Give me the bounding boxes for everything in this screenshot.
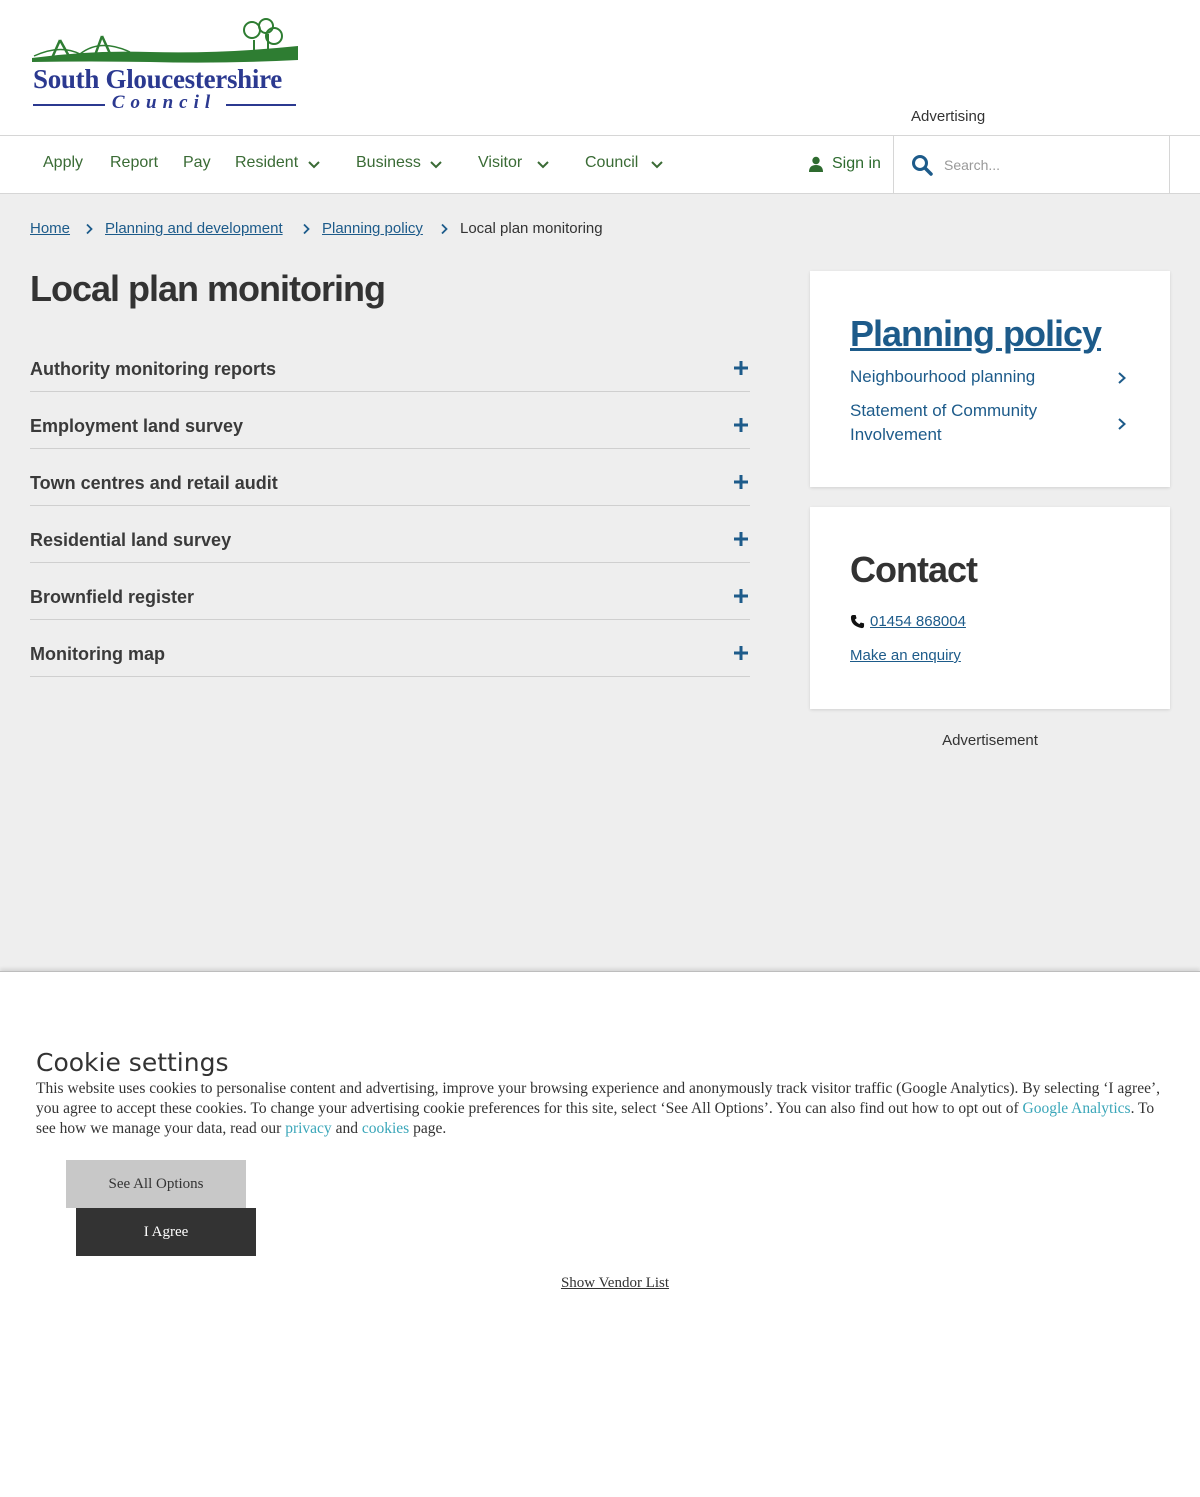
search-input[interactable] [944, 154, 1154, 176]
accordion-item-town-centres-and-retail-audit[interactable]: Town centres and retail audit [30, 449, 750, 506]
page-title: Local plan monitoring [30, 268, 386, 309]
i-agree-button[interactable]: I Agree [76, 1208, 256, 1256]
chevron-down-icon[interactable] [536, 158, 550, 172]
see-all-options-button[interactable]: See All Options [66, 1160, 246, 1208]
site-header: South Gloucestershire Council Advertisin… [0, 0, 1200, 135]
accordion-label: Residential land survey [30, 530, 232, 550]
plus-icon [734, 361, 748, 375]
council-logo[interactable]: South Gloucestershire Council [30, 18, 300, 114]
accordion-label: Brownfield register [30, 587, 195, 607]
make-an-enquiry-link[interactable]: Make an enquiry [850, 647, 961, 664]
contact-heading: Contact [850, 549, 978, 590]
accordion-label: Employment land survey [30, 416, 244, 436]
main-navigation: Apply Report Pay Resident Business Visit… [0, 135, 1200, 194]
chevron-down-icon[interactable] [429, 158, 443, 172]
nav-council[interactable]: Council [585, 154, 638, 172]
accordion-item-monitoring-map[interactable]: Monitoring map [30, 620, 750, 677]
accordion-item-authority-monitoring-reports[interactable]: Authority monitoring reports [30, 335, 750, 392]
logo-subtitle: Council [111, 92, 217, 113]
logo-rule-right [226, 104, 296, 106]
chevron-right-icon [1118, 418, 1126, 430]
cookie-text-part: page. [409, 1120, 447, 1137]
plus-icon [734, 589, 748, 603]
chevron-right-icon [1118, 372, 1126, 384]
accordion-item-residential-land-survey[interactable]: Residential land survey [30, 506, 750, 563]
accordion-item-employment-land-survey[interactable]: Employment land survey [30, 392, 750, 449]
planning-policy-heading-link[interactable]: Planning policy [850, 313, 1102, 355]
breadcrumb-planning-and-development[interactable]: Planning and development [105, 220, 283, 237]
user-icon [809, 156, 823, 172]
nav-business[interactable]: Business [356, 154, 421, 172]
search-icon[interactable] [911, 154, 933, 176]
chevron-down-icon[interactable] [650, 158, 664, 172]
cookie-description: This website uses cookies to personalise… [36, 1079, 1176, 1139]
google-analytics-link[interactable]: Google Analytics [1023, 1100, 1131, 1117]
nav-resident[interactable]: Resident [235, 154, 298, 172]
sign-in-link[interactable]: Sign in [808, 152, 881, 176]
logo-landscape-icon [32, 18, 298, 63]
statement-of-community-involvement-link[interactable]: Statement of Community Involvement [850, 399, 1090, 447]
plus-icon [734, 646, 748, 660]
phone-icon [850, 614, 865, 629]
advertisement-label: Advertisement [942, 732, 1038, 749]
phone-link[interactable]: 01454 868004 [870, 613, 966, 630]
breadcrumb-home[interactable]: Home [30, 220, 70, 237]
nav-visitor[interactable]: Visitor [478, 154, 522, 172]
chevron-right-icon [86, 223, 93, 235]
logo-title: South Gloucestershire [33, 64, 282, 94]
cookies-link[interactable]: cookies [362, 1120, 409, 1137]
cookie-title: Cookie settings [36, 1048, 229, 1077]
plus-icon [734, 532, 748, 546]
nav-report[interactable]: Report [110, 154, 158, 172]
cookie-text-part: and [331, 1120, 362, 1137]
accordion-label: Authority monitoring reports [30, 359, 276, 379]
chevron-right-icon [303, 223, 310, 235]
nav-pay[interactable]: Pay [183, 154, 211, 172]
contact-card: Contact 01454 868004 Make an enquiry [810, 507, 1170, 709]
search-box [893, 136, 1170, 194]
accordion-label: Monitoring map [30, 644, 165, 664]
advertising-label: Advertising [911, 108, 986, 125]
accordion-label: Town centres and retail audit [30, 473, 278, 493]
breadcrumb-planning-policy[interactable]: Planning policy [322, 220, 423, 237]
plus-icon [734, 418, 748, 432]
accordion-item-brownfield-register[interactable]: Brownfield register [30, 563, 750, 620]
privacy-link[interactable]: privacy [285, 1120, 331, 1137]
nav-apply[interactable]: Apply [43, 154, 83, 172]
plus-icon [734, 475, 748, 489]
show-vendor-list-link[interactable]: Show Vendor List [0, 1275, 1200, 1292]
chevron-down-icon[interactable] [307, 158, 321, 172]
accordion: Authority monitoring reports Employment … [30, 335, 750, 677]
sign-in-label: Sign in [832, 155, 881, 172]
cookie-text-part: This website uses cookies to personalise… [36, 1080, 1161, 1117]
phone-row: 01454 868004 [850, 613, 966, 630]
chevron-right-icon [441, 223, 448, 235]
main-content: Home Planning and development Planning p… [0, 194, 1200, 971]
neighbourhood-planning-link[interactable]: Neighbourhood planning [850, 365, 1035, 389]
cookie-banner: Cookie settings This website uses cookie… [0, 971, 1200, 1497]
breadcrumb-current: Local plan monitoring [460, 220, 603, 237]
planning-policy-card: Planning policy Neighbourhood planning S… [810, 271, 1170, 487]
